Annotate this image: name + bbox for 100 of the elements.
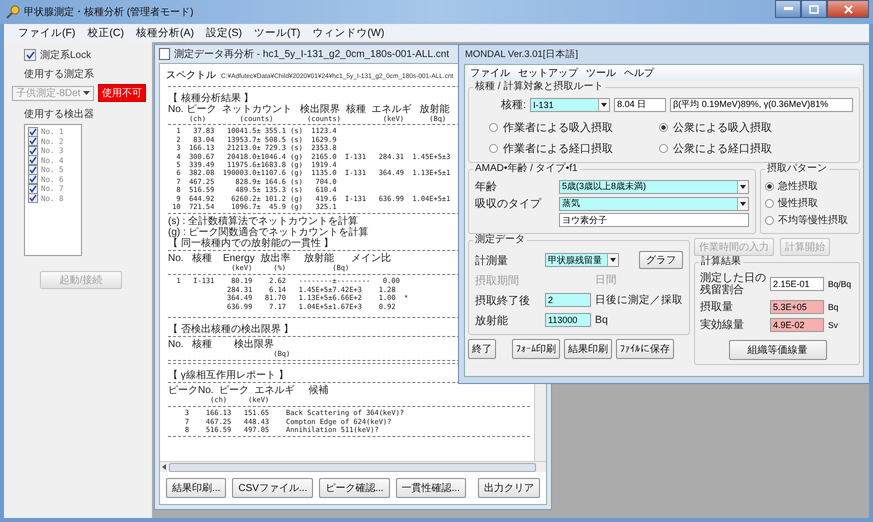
report-line: No. ピーク ネットカウント 検出限界 核種 エネルギ 放射能 [168,104,450,114]
report-button[interactable]: 結果印刷... [166,478,226,498]
app-icon [6,5,20,19]
report-line: 【 γ線相互作用レポート 】 [168,370,289,381]
field-label: 核種: [501,98,526,112]
group-label: 測定データ [473,234,527,246]
scroll-thumb[interactable] [169,462,536,472]
caret-icon [740,202,746,206]
field-label: 年齢 [475,180,498,194]
checkbox[interactable] [28,164,38,175]
menu-item[interactable]: ヘルプ [624,66,654,80]
maximize-icon [809,4,819,14]
menu-item[interactable]: ウィンドウ(W) [312,26,384,40]
window-title: MONDAL Ver.3.01[日本語] [464,48,580,62]
decay-field[interactable]: β(平均 0.19MeV)89%, γ(0.36MeV)81% [670,98,853,112]
field-label: 摂取期間 [475,274,520,288]
radio-label: 慢性摂取 [778,196,818,210]
radio-label: 作業者による吸入摂取 [503,121,613,135]
caret-icon [601,102,608,106]
group-label: 摂取パターン [765,163,829,175]
report-line: (g) : ピーク関数適合でネットカウントを計算 [168,226,369,238]
report-button[interactable]: 一貫性確認... [396,478,466,498]
clear-button[interactable]: 出力クリア [478,478,540,498]
field-label: 使用する測定系 [24,68,95,81]
result-field[interactable]: 2.15E-01 [770,277,824,291]
radio-button[interactable] [765,182,774,190]
status-button[interactable]: 使用不可 [98,84,146,102]
result-field[interactable]: 4.9E-02 [770,318,824,332]
menu-item[interactable]: ファイル [470,66,510,80]
radio-label: 作業者による経口摂取 [503,142,613,156]
checkbox[interactable] [24,49,36,61]
field-label: 使用する検出器 [24,108,95,121]
radio-button[interactable] [659,144,668,153]
dialog-button[interactable]: 結果印刷 [564,339,612,359]
half-life-field[interactable]: 8.04 日 [614,98,666,112]
group-label: 計算結果 [699,256,743,268]
menu-item[interactable]: 核種分析(A) [136,26,194,40]
checkbox[interactable] [28,155,38,166]
dialog-button[interactable]: 終了 [468,339,496,359]
organ-dose-button[interactable]: 組織等価線量 [728,340,826,360]
report-button[interactable]: CSVファイル... [232,478,314,498]
close-icon [844,4,852,14]
unit-label: Bq/Bq [828,279,852,289]
radio-button[interactable] [765,198,774,208]
field-label: 計測量 [475,254,509,268]
menu-item[interactable]: セットアップ [518,66,578,80]
window-title: 測定データ再分析 - hc1_5y_I-131_g2_0cm_180s-001-ALL.cnt [174,48,450,61]
group-label: 核種 / 計算対象と摂取ルート [473,81,606,93]
chemical-field[interactable]: ヨウ素分子 [559,213,749,227]
dialog-button[interactable]: ﾌｧｲﾙに保存 [616,339,674,359]
report-line: No. 核種 検出限界 [168,339,274,350]
checkbox[interactable] [28,136,38,146]
dialog-button[interactable]: ﾌｫｰﾑ印刷 [512,339,560,359]
report-line: 【 同一核種内での放射能の一貫性 】 [168,238,334,249]
radio-label: 公衆による吸入摂取 [673,121,772,135]
nuclide-dropdown[interactable]: I-131 [530,98,610,112]
report-line: 【 核種分析結果 】 [168,92,254,104]
radio-button[interactable] [489,144,498,153]
report-button[interactable]: ピーク確認... [319,478,390,498]
unit-label: Bq [828,302,838,312]
radio-button[interactable] [489,123,498,132]
checkbox[interactable] [28,184,38,194]
checkbox-label: 測定系Lock [40,48,92,62]
menu-item[interactable]: ツール(T) [254,26,300,40]
menu-item[interactable]: 校正(C) [87,26,124,40]
type-dropdown[interactable]: 蒸気 [559,196,749,210]
input-field[interactable]: 2 [545,293,591,307]
checkbox[interactable] [28,126,38,137]
checkbox[interactable] [28,146,38,156]
quantity-dropdown[interactable]: 甲状腺残留量 [545,253,619,267]
report-line: (s) : 全計数積算法でネットカウントを計算 [168,216,358,227]
radio-button[interactable] [765,216,774,224]
result-field[interactable]: 5.3E+05 [770,300,824,314]
report-line: No. 核種 Energy 放出率 放射能 メイン比 [168,253,391,264]
field-label: 測定した日の残留割合 [700,272,766,296]
field-label: スペクトル [166,69,216,82]
minimize-icon [784,7,792,11]
checkbox[interactable] [28,193,38,204]
checkbox[interactable] [28,174,38,184]
age-dropdown[interactable]: 5歳(3歳以上8歳未満) [559,180,749,194]
group-label: AMAD•年齢 / タイプ•f1 [473,163,580,175]
field-label: 実効線量 [700,319,745,331]
left-arrow-icon [162,464,166,470]
radio-button[interactable] [659,123,668,132]
field-label: 摂取量 [700,301,734,313]
window-title: 甲状腺測定・核種分析 (管理者モード) [24,6,194,19]
field-label: 吸収のタイプ [475,196,542,211]
input-field[interactable]: 113000 [545,313,591,327]
menu-item[interactable]: 設定(S) [206,26,242,40]
menu-item[interactable]: ファイル(F) [18,26,76,40]
close-button[interactable] [827,0,869,18]
maximize-button[interactable] [801,0,827,18]
unit-label: Bq [595,314,608,326]
scrollbar[interactable] [160,461,546,472]
graph-button[interactable]: グラフ [639,251,683,269]
caret-icon [83,91,90,95]
minimize-button[interactable] [775,0,801,18]
unit-label: 日間 [595,273,617,287]
menu-item[interactable]: ツール [586,66,616,80]
caret-icon [740,184,746,188]
